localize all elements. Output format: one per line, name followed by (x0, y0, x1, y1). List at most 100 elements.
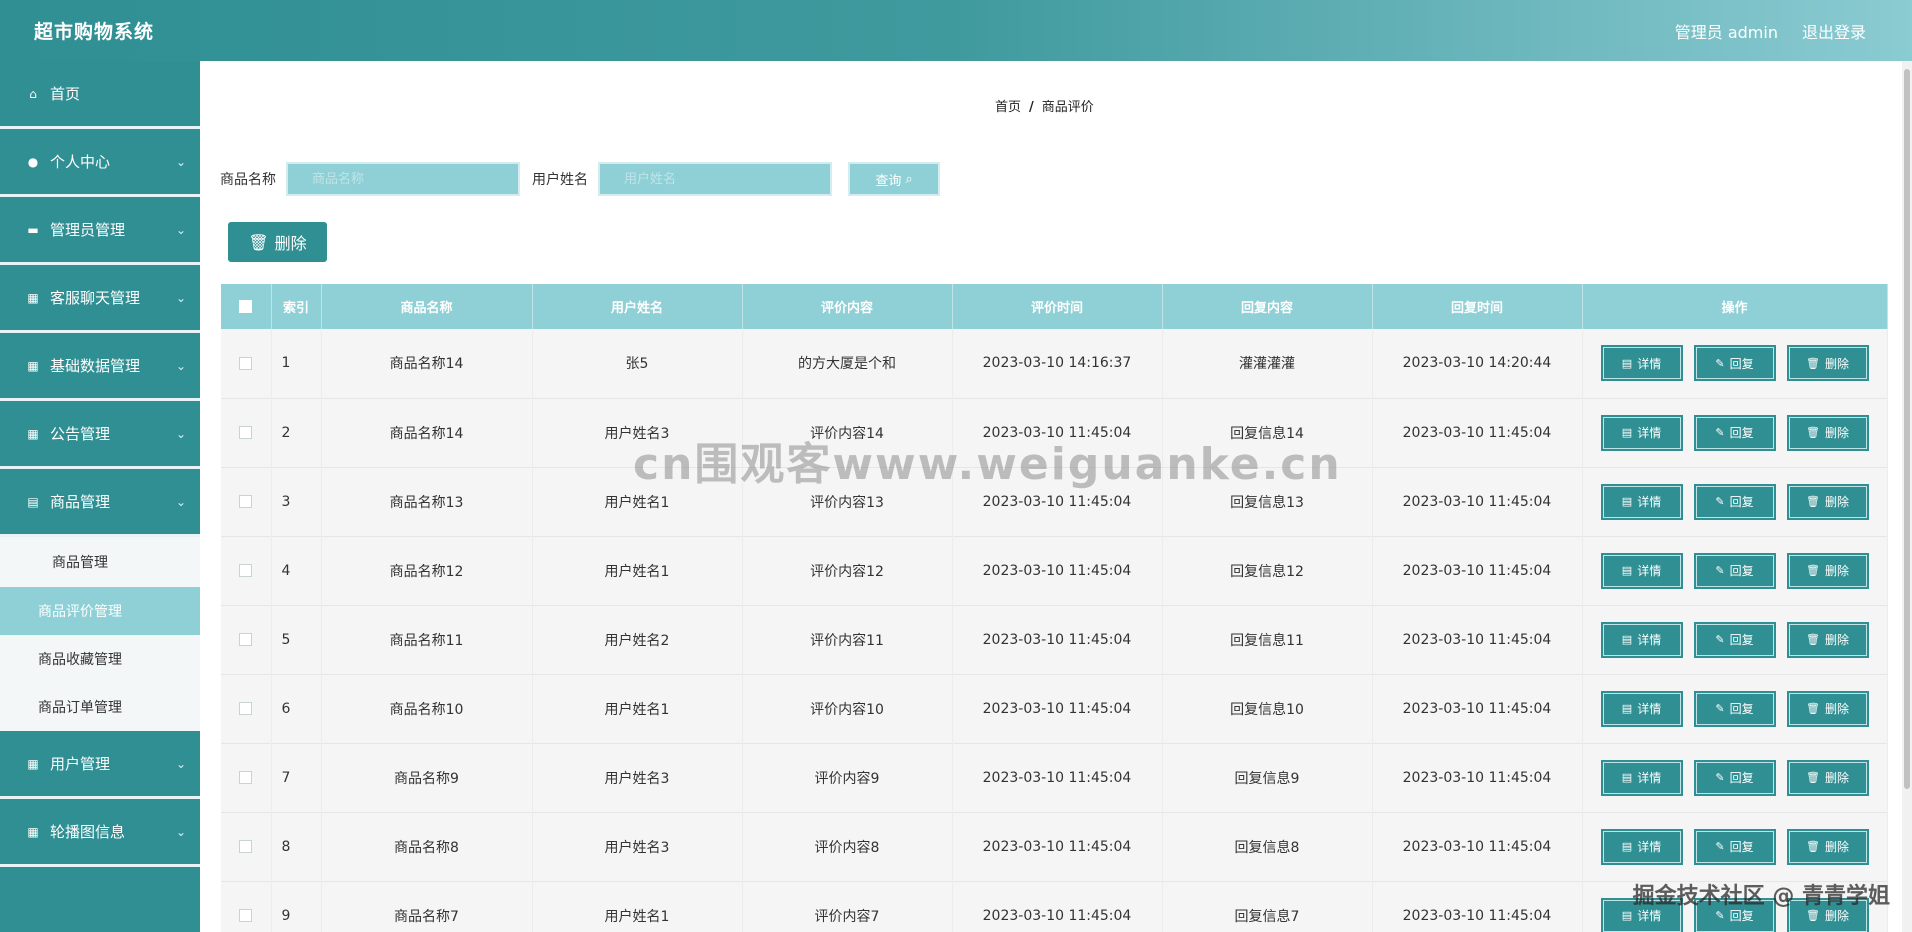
row-delete-button[interactable]: 🗑 删除 (1786, 690, 1869, 727)
trash-icon: 🗑 (1806, 702, 1820, 715)
sidebar-item-admin-management[interactable]: ▬ 管理员管理 ⌄ (0, 197, 200, 265)
cell-index: 3 (271, 467, 322, 536)
row-delete-button[interactable]: 🗑 删除 (1786, 483, 1869, 520)
reply-button[interactable]: ✎ 回复 (1693, 690, 1776, 727)
cell-user-name: 用户姓名3 (532, 812, 743, 881)
row-delete-button[interactable]: 🗑 删除 (1786, 552, 1869, 589)
reply-button[interactable]: ✎ 回复 (1693, 414, 1776, 451)
sidebar-subitem-product-manage[interactable]: 商品管理 (0, 537, 200, 587)
select-all-checkbox[interactable] (239, 300, 253, 313)
reply-label: 回复 (1729, 702, 1754, 716)
user-name-input[interactable] (598, 162, 832, 196)
row-checkbox[interactable] (239, 840, 253, 853)
edit-icon: ✎ (1715, 702, 1725, 715)
sidebar-item-base-data[interactable]: ▦ 基础数据管理 ⌄ (0, 333, 200, 401)
sidebar-item-product[interactable]: ▤ 商品管理 ⌄ (0, 469, 200, 537)
table-row: 6 商品名称10 用户姓名1 评价内容10 2023-03-10 11:45:04 回复信… (221, 674, 1888, 743)
row-delete-button[interactable]: 🗑 删除 (1786, 828, 1869, 865)
cell-review-content: 评价内容12 (742, 536, 953, 605)
document-icon: ▤ (1621, 840, 1633, 853)
detail-button[interactable]: ▤ 详情 (1600, 345, 1683, 382)
column-header: 回复时间 (1372, 284, 1583, 329)
row-actions: ▤ 详情 ✎ 回复 🗑 删除 (1583, 828, 1887, 865)
breadcrumb-home[interactable]: 首页 (995, 100, 1021, 115)
document-icon: ▤ (1621, 702, 1633, 715)
reply-button[interactable]: ✎ 回复 (1693, 759, 1776, 796)
sidebar-item-home[interactable]: ⌂ 首页 (0, 61, 200, 129)
cell-review-content: 评价内容9 (742, 743, 953, 812)
sidebar-item-notice[interactable]: ▦ 公告管理 ⌄ (0, 401, 200, 469)
detail-button[interactable]: ▤ 详情 (1600, 621, 1683, 658)
row-delete-button[interactable]: 🗑 删除 (1786, 621, 1869, 658)
detail-button[interactable]: ▤ 详情 (1600, 690, 1683, 727)
table-row: 4 商品名称12 用户姓名1 评价内容12 2023-03-10 11:45:04 回复信… (221, 536, 1888, 605)
row-checkbox[interactable] (239, 356, 253, 370)
document-icon: ▤ (1621, 771, 1633, 784)
trash-icon: 🗑 (1806, 633, 1820, 646)
cell-user-name: 用户姓名2 (532, 605, 743, 674)
detail-button[interactable]: ▤ 详情 (1600, 897, 1683, 932)
trash-icon: 🗑 (1806, 426, 1820, 439)
page-scrollbar[interactable] (1902, 61, 1912, 932)
reply-button[interactable]: ✎ 回复 (1693, 552, 1776, 589)
document-icon: ▤ (1621, 564, 1633, 577)
reply-button[interactable]: ✎ 回复 (1693, 345, 1776, 382)
query-button[interactable]: 查询 ⌕ (848, 162, 940, 196)
row-checkbox[interactable] (239, 702, 253, 715)
row-checkbox[interactable] (239, 495, 253, 508)
reply-button[interactable]: ✎ 回复 (1693, 483, 1776, 520)
row-checkbox[interactable] (239, 426, 253, 439)
sidebar-item-label: 客服聊天管理 (50, 289, 141, 307)
sidebar-item-personal-center[interactable]: ● 个人中心 ⌄ (0, 129, 200, 197)
search-bar: 商品名称 用户姓名 查询 ⌕ (220, 162, 940, 196)
row-delete-button[interactable]: 🗑 删除 (1786, 414, 1869, 451)
cell-product-name: 商品名称11 (321, 605, 533, 674)
home-icon: ⌂ (29, 86, 37, 101)
cell-reply-time: 2023-03-10 11:45:04 (1372, 743, 1583, 812)
cell-index: 7 (271, 743, 322, 812)
detail-button[interactable]: ▤ 详情 (1600, 552, 1683, 589)
cell-reply-content: 回复信息14 (1162, 398, 1373, 467)
logout-button[interactable]: 退出登录 (1802, 19, 1866, 43)
cell-user-name: 用户姓名1 (532, 467, 743, 536)
bulk-delete-button[interactable]: 🗑 删除 (228, 222, 327, 262)
reply-button[interactable]: ✎ 回复 (1693, 897, 1776, 932)
cell-review-content: 评价内容7 (742, 881, 953, 932)
cell-product-name: 商品名称9 (321, 743, 533, 812)
sidebar: ⌂ 首页 ● 个人中心 ⌄ ▬ 管理员管理 ⌄ ▦ 客服聊天管理 ⌄ ▦ 基础数… (0, 61, 200, 932)
reply-button[interactable]: ✎ 回复 (1693, 828, 1776, 865)
row-delete-button[interactable]: 🗑 删除 (1786, 759, 1869, 796)
sidebar-subitem-product-favorite[interactable]: 商品收藏管理 (0, 635, 200, 683)
detail-button[interactable]: ▤ 详情 (1600, 414, 1683, 451)
detail-button[interactable]: ▤ 详情 (1600, 483, 1683, 520)
sidebar-subitem-product-review[interactable]: 商品评价管理 (0, 587, 200, 635)
row-checkbox[interactable] (239, 564, 253, 577)
cell-review-time: 2023-03-10 11:45:04 (952, 812, 1163, 881)
row-checkbox[interactable] (239, 633, 253, 646)
sidebar-item-users[interactable]: ▦ 用户管理 ⌄ (0, 731, 200, 799)
row-checkbox[interactable] (239, 909, 253, 922)
scrollbar-thumb[interactable] (1904, 69, 1910, 789)
cell-reply-time: 2023-03-10 11:45:04 (1372, 881, 1583, 932)
row-delete-button[interactable]: 🗑 删除 (1786, 897, 1869, 932)
detail-button[interactable]: ▤ 详情 (1600, 759, 1683, 796)
reply-button[interactable]: ✎ 回复 (1693, 621, 1776, 658)
chevron-down-icon: ⌄ (175, 290, 186, 305)
product-name-input[interactable] (286, 162, 520, 196)
reply-label: 回复 (1729, 356, 1754, 371)
admin-label[interactable]: 管理员 admin (1675, 19, 1778, 43)
detail-button[interactable]: ▤ 详情 (1600, 828, 1683, 865)
row-checkbox[interactable] (239, 771, 253, 784)
column-header: 用户姓名 (532, 284, 743, 329)
row-delete-label: 删除 (1824, 771, 1849, 785)
row-delete-label: 删除 (1824, 495, 1849, 509)
sidebar-subitem-product-order[interactable]: 商品订单管理 (0, 683, 200, 731)
breadcrumb-current: 商品评价 (1041, 100, 1094, 115)
cell-reply-time: 2023-03-10 14:20:44 (1372, 329, 1583, 398)
row-delete-button[interactable]: 🗑 删除 (1786, 345, 1869, 382)
detail-label: 详情 (1637, 840, 1662, 854)
sidebar-item-carousel[interactable]: ▦ 轮播图信息 ⌄ (0, 799, 200, 867)
reply-label: 回复 (1729, 426, 1754, 440)
row-actions: ▤ 详情 ✎ 回复 🗑 删除 (1583, 345, 1887, 382)
sidebar-item-chat-management[interactable]: ▦ 客服聊天管理 ⌄ (0, 265, 200, 333)
